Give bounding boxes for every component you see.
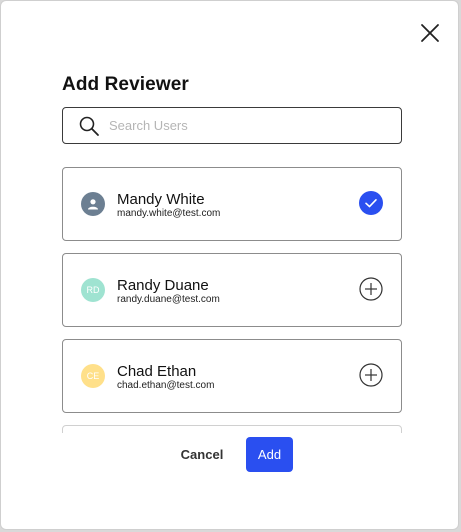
user-card-chad-ethan[interactable]: CE Chad Ethan chad.ethan@test.com: [62, 339, 402, 413]
search-icon: [79, 116, 99, 136]
person-icon: [88, 199, 98, 210]
plus-circle-icon: [359, 277, 383, 301]
user-card-partial: [62, 425, 402, 433]
user-card-mandy-white[interactable]: Mandy White mandy.white@test.com: [62, 167, 402, 241]
user-name: Mandy White: [117, 191, 205, 208]
user-list[interactable]: Mandy White mandy.white@test.com RD Rand…: [62, 167, 402, 433]
user-name: Randy Duane: [117, 277, 209, 294]
selected-toggle-button[interactable]: [359, 191, 383, 215]
check-circle-icon: [359, 191, 383, 215]
avatar: RD: [81, 278, 105, 302]
user-card-randy-duane[interactable]: RD Randy Duane randy.duane@test.com: [62, 253, 402, 327]
avatar-initials: CE: [86, 371, 100, 381]
avatar-initials: RD: [86, 285, 100, 295]
dialog-title: Add Reviewer: [62, 74, 189, 95]
add-reviewer-dialog: Add Reviewer Mandy White mandy.white@tes…: [0, 0, 459, 530]
search-input[interactable]: [109, 118, 369, 133]
add-user-button[interactable]: [359, 363, 383, 387]
avatar: [81, 192, 105, 216]
close-button[interactable]: [419, 22, 441, 44]
search-box[interactable]: [62, 107, 402, 144]
user-name: Chad Ethan: [117, 363, 197, 380]
plus-circle-icon: [359, 363, 383, 387]
user-email: mandy.white@test.com: [117, 208, 221, 219]
close-icon: [421, 24, 439, 42]
avatar: CE: [81, 364, 105, 388]
user-email: randy.duane@test.com: [117, 294, 220, 305]
add-user-button[interactable]: [359, 277, 383, 301]
cancel-button[interactable]: Cancel: [173, 437, 231, 472]
add-button[interactable]: Add: [246, 437, 293, 472]
user-email: chad.ethan@test.com: [117, 380, 215, 391]
